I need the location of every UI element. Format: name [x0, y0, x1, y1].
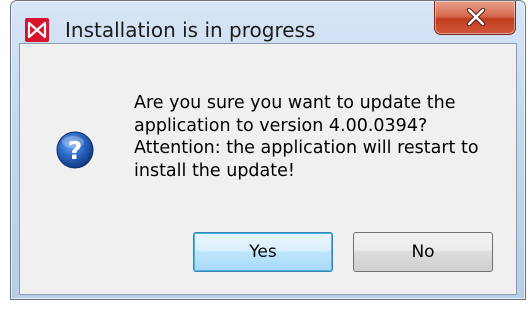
no-button[interactable]: No: [353, 232, 493, 272]
dialog-message: Are you sure you want to update the appl…: [134, 92, 514, 182]
dialog-body: ? Are you sure you want to update the ap…: [19, 43, 517, 295]
window-title: Installation is in progress: [65, 18, 316, 42]
question-icon: ?: [56, 131, 94, 169]
message-line: application to version 4.00.0394?: [134, 115, 428, 136]
message-line: Attention: the application will restart …: [134, 138, 479, 158]
close-icon: [466, 8, 486, 26]
message-line: Are you sure you want to update the: [134, 93, 456, 113]
svg-text:?: ?: [68, 136, 83, 165]
yes-button[interactable]: Yes: [193, 232, 333, 272]
app-logo-icon: [25, 18, 49, 42]
message-line: install the update!: [134, 160, 295, 181]
close-button[interactable]: [434, 1, 516, 35]
dialog-window: Installation is in progress ? Are you su…: [10, 0, 526, 300]
